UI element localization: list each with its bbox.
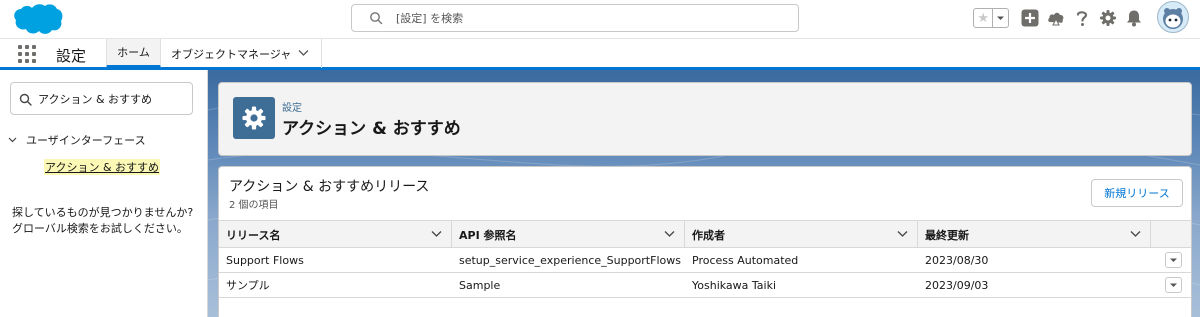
chevron-down-icon[interactable] [664,230,675,238]
chevron-down-icon [997,16,1005,20]
cell-created-by: Yoshikawa Taiki [692,278,777,292]
chevron-down-icon[interactable] [897,230,908,238]
row-action-menu[interactable] [1165,277,1182,293]
table-row: Support Flows setup_service_experience_S… [219,248,1191,273]
cell-created-by: Process Automated [692,253,799,267]
column-header-label: リリース名 [226,228,281,242]
column-header-label: 最終更新 [925,228,969,242]
help-button[interactable] [1072,8,1092,28]
app-launcher-icon[interactable] [18,45,36,63]
tree-node-user-interface[interactable]: ユーザインターフェース [8,132,146,148]
not-found-line: グローバル検索をお試しください。 [12,222,188,235]
global-header: ★ [0,0,1200,38]
chevron-down-icon[interactable] [298,49,309,57]
page-title: アクション & おすすめ [282,119,461,139]
main-content: 設定 アクション & おすすめ アクション & おすすめリリース 2 個の項目 … [208,70,1200,317]
quick-find-input[interactable] [38,90,188,108]
chevron-down-icon [1170,258,1177,262]
column-header-created-by[interactable]: 作成者 [685,221,918,248]
cell-release-name: サンプル [226,279,270,292]
column-header-api-name[interactable]: API 参照名 [452,221,685,248]
table-row: サンプル Sample Yoshikawa Taiki 2023/09/03 [219,273,1191,298]
favorites-dropdown-button[interactable] [993,9,1008,27]
favorites-group: ★ [973,8,1009,28]
cell-api-name: Sample [459,278,501,292]
releases-card: アクション & おすすめリリース 2 個の項目 新規リリース リリース名 API… [218,166,1192,317]
tab-object-manager[interactable]: オブジェクトマネージャ [162,39,322,68]
tab-home[interactable]: ホーム [106,39,161,68]
bell-icon [1127,10,1141,27]
cell-last-modified: 2023/08/30 [925,253,989,267]
chevron-down-icon[interactable] [1130,230,1141,238]
cell-release-name: Support Flows [226,253,304,267]
add-icon [1021,9,1039,27]
app-name: 設定 [56,47,87,65]
tree-node-label: ユーザインターフェース [26,134,146,147]
search-icon [19,93,32,106]
setup-gear-icon [233,97,275,139]
column-header-release-name[interactable]: リリース名 [219,221,452,248]
global-actions-button[interactable] [1020,8,1040,28]
astro-avatar-icon [1163,8,1183,29]
notifications-button[interactable] [1124,8,1144,28]
setup-button[interactable] [1098,8,1118,28]
cell-api-name: setup_service_experience_SupportFlows [459,253,681,267]
chevron-down-icon [1170,283,1177,287]
chevron-down-icon[interactable] [431,230,442,238]
tab-object-manager-label: オブジェクトマネージャ [171,47,292,61]
trailhead-icon [1048,12,1064,26]
page-header: 設定 アクション & おすすめ [218,82,1192,156]
column-header-last-modified[interactable]: 最終更新 [918,221,1151,248]
item-count: 2 個の項目 [229,200,279,211]
breadcrumb[interactable]: 設定 [282,99,302,114]
chevron-down-icon [8,137,17,143]
cell-last-modified: 2023/09/03 [925,278,989,292]
column-header-label: API 参照名 [459,228,517,242]
help-icon [1076,11,1088,26]
row-action-menu[interactable] [1165,252,1182,268]
avatar[interactable] [1157,1,1189,33]
gear-icon [1100,10,1116,26]
app-navigation: 設定 ホーム オブジェクトマネージャ [0,38,1200,70]
search-icon [370,12,383,25]
column-header-label: 作成者 [692,228,725,242]
trailhead-button[interactable] [1046,8,1066,28]
not-found-line: 探しているものが見つかりませんか? [12,206,194,219]
table-header: リリース名 API 参照名 作成者 最終更新 [219,220,1191,248]
setup-sidebar: ユーザインターフェース アクション & おすすめ 探しているものが見つかりません… [0,70,208,317]
not-found-hint: 探しているものが見つかりませんか? グローバル検索をお試しください。 [12,205,193,237]
salesforce-logo[interactable] [11,2,63,36]
quick-find[interactable] [10,82,193,115]
star-icon[interactable]: ★ [974,9,994,27]
global-search[interactable] [351,4,799,32]
tree-item-actions-recommendations[interactable]: アクション & おすすめ [44,159,161,175]
global-search-input[interactable] [396,9,776,27]
new-release-button[interactable]: 新規リリース [1091,179,1183,207]
card-title: アクション & おすすめリリース [229,179,430,195]
